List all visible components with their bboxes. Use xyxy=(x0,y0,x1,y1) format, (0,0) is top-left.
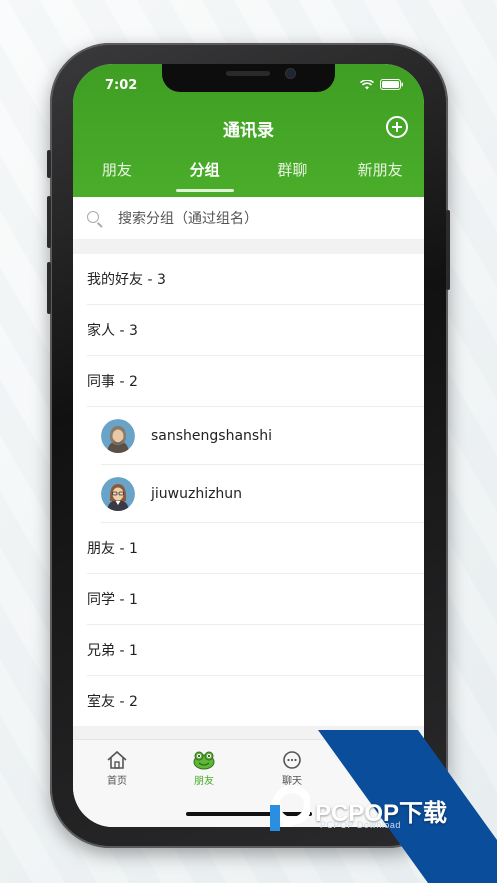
tabbar-home[interactable]: 首页 xyxy=(87,750,147,787)
group-label: 室友 - 2 xyxy=(87,694,138,710)
watermark-logo-icon xyxy=(270,785,310,831)
member-row[interactable]: jiuwuzhizhun xyxy=(101,465,424,523)
front-camera xyxy=(286,69,295,78)
tab-bar-top: 朋友 分组 群聊 新朋友 xyxy=(73,160,424,194)
group-label: 同学 - 1 xyxy=(87,592,138,608)
battery-icon xyxy=(380,79,403,90)
group-label: 同事 - 2 xyxy=(87,374,138,390)
member-row[interactable]: sanshengshanshi xyxy=(101,407,424,465)
search-icon xyxy=(87,211,99,223)
search-input[interactable] xyxy=(116,207,410,231)
search-bar xyxy=(73,197,424,239)
status-time: 7:02 xyxy=(105,78,138,93)
page-title: 通讯录 xyxy=(223,121,274,141)
wifi-icon xyxy=(360,79,374,89)
mute-switch xyxy=(47,150,51,178)
tabbar-chat[interactable]: 聊天 xyxy=(262,750,322,787)
group-row-colleagues[interactable]: 同事 - 2 xyxy=(87,356,424,407)
home-icon xyxy=(107,750,127,769)
tabbar-friends[interactable]: 朋友 xyxy=(174,750,234,787)
tab-new-friends[interactable]: 新朋友 xyxy=(336,160,424,194)
member-name: jiuwuzhizhun xyxy=(151,485,243,502)
status-icons xyxy=(360,79,404,90)
tab-group-chats[interactable]: 群聊 xyxy=(249,160,337,194)
group-row-family[interactable]: 家人 - 3 xyxy=(87,305,424,356)
notch xyxy=(162,64,335,92)
tabbar-label: 首页 xyxy=(107,776,127,787)
speaker xyxy=(226,71,270,76)
volume-up-button xyxy=(47,196,51,248)
group-row-my-friends[interactable]: 我的好友 - 3 xyxy=(87,254,424,305)
group-label: 兄弟 - 1 xyxy=(87,643,138,659)
frog-icon xyxy=(193,751,215,770)
group-list: 我的好友 - 3 家人 - 3 同事 - 2 sanshengshanshi j… xyxy=(73,254,424,726)
group-row-roommates[interactable]: 室友 - 2 xyxy=(87,676,424,726)
avatar xyxy=(101,476,135,511)
watermark-subtitle: PCPOP Download xyxy=(320,820,401,830)
group-label: 家人 - 3 xyxy=(87,323,138,339)
avatar xyxy=(101,418,135,453)
chat-bubble-icon xyxy=(283,751,301,769)
group-label: 我的好友 - 3 xyxy=(87,272,166,288)
member-name: sanshengshanshi xyxy=(151,427,272,444)
volume-down-button xyxy=(47,262,51,314)
tabbar-label: 朋友 xyxy=(194,776,214,787)
group-row-friends[interactable]: 朋友 - 1 xyxy=(87,523,424,574)
group-row-classmates[interactable]: 同学 - 1 xyxy=(87,574,424,625)
add-circle-icon[interactable] xyxy=(386,116,408,138)
tab-friends[interactable]: 朋友 xyxy=(73,160,161,194)
tab-groups[interactable]: 分组 xyxy=(161,160,249,194)
power-button xyxy=(446,210,450,290)
group-row-brothers[interactable]: 兄弟 - 1 xyxy=(87,625,424,676)
group-label: 朋友 - 1 xyxy=(87,541,138,557)
app-screen: 7:02 通讯录 朋友 分组 群聊 新朋友 我的好友 - 3 家人 - 3 同事… xyxy=(73,64,424,827)
